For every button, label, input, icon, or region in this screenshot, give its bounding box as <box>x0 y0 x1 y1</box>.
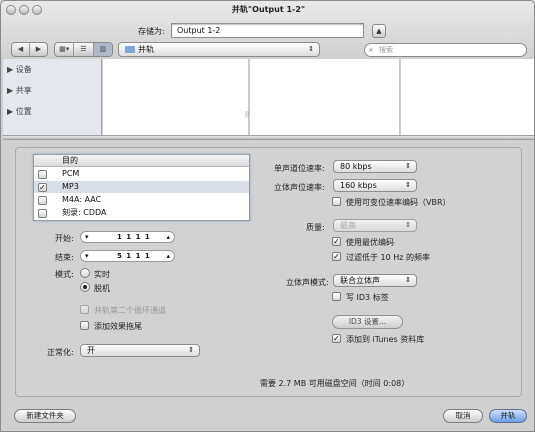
stereo-mode-value: 联合立体声 <box>340 276 380 285</box>
popup-arrows-icon: ⇕ <box>405 221 411 229</box>
destination-checkbox-pcm[interactable] <box>38 170 47 179</box>
sidebar-item-devices[interactable]: ▶ 设备 <box>7 64 32 75</box>
window-title: 并轨"Output 1-2" <box>231 5 306 14</box>
quality-popup[interactable]: 最高 ⇕ <box>333 219 417 232</box>
sidebar: ▶ 设备 ▶ 共享 ▶ 位置 <box>3 59 102 135</box>
search-icon: ⌕ <box>369 46 373 54</box>
forward-arrow-icon[interactable]: ▶ <box>30 43 47 56</box>
mode-label: 模式: <box>55 270 74 279</box>
browser-column-3[interactable] <box>401 59 534 135</box>
vbr-checkbox[interactable] <box>332 197 341 206</box>
row-label: 刻录: CDDA <box>62 208 107 217</box>
start-value: 1 1 1 1 <box>117 233 151 241</box>
location-label: 并轨 <box>138 45 154 54</box>
row-label: MP3 <box>62 182 79 191</box>
icon-view-icon[interactable]: ▦▾ <box>55 43 75 56</box>
column-resize-handle[interactable]: || <box>245 111 249 118</box>
column-header-destination: 目的 <box>62 156 78 165</box>
filter-low-freq-label: 过滤低于 10 Hz 的频率 <box>346 253 431 262</box>
stereo-bitrate-popup[interactable]: 160 kbps ⇕ <box>333 179 417 192</box>
mode-realtime-label: 实时 <box>94 270 110 279</box>
mono-bitrate-popup[interactable]: 80 kbps ⇕ <box>333 160 417 173</box>
back-arrow-icon[interactable]: ◀ <box>12 43 30 56</box>
write-id3-checkbox[interactable] <box>332 292 341 301</box>
bypass-second-cycle-checkbox[interactable] <box>80 305 89 314</box>
normalize-popup[interactable]: 开 ⇕ <box>80 344 200 357</box>
popup-arrows-icon: ⇕ <box>405 276 411 284</box>
bounce-dialog: 并轨"Output 1-2" 存储为: Output 1-2 ▲ ◀ ▶ ▦▾ … <box>0 0 535 432</box>
back-forward-control[interactable]: ◀ ▶ <box>11 42 48 57</box>
table-header: 目的 <box>34 155 249 167</box>
vbr-label: 使用可变位速率编码（VBR） <box>346 198 451 207</box>
destination-checkbox-mp3[interactable]: ✓ <box>38 183 47 192</box>
stepper-up-icon[interactable]: ▴ <box>166 251 171 261</box>
normalize-label: 正常化: <box>47 348 74 357</box>
stepper-down-icon[interactable]: ▾ <box>85 251 90 261</box>
cancel-button[interactable]: 取消 <box>443 409 483 423</box>
destination-checkbox-aac[interactable] <box>38 196 47 205</box>
location-popup[interactable]: 并轨 ⇕ <box>118 42 320 57</box>
popup-arrows-icon: ⇕ <box>188 346 194 354</box>
destination-table: 目的 PCM ✓ MP3 M4A: AAC 刻录: CDDA <box>33 154 250 221</box>
destination-checkbox-cdda[interactable] <box>38 209 47 218</box>
browser-column-2[interactable] <box>250 59 400 135</box>
table-row[interactable]: ✓ MP3 <box>34 181 249 193</box>
popup-arrows-icon: ⇕ <box>405 181 411 189</box>
mode-realtime-radio[interactable] <box>80 268 90 278</box>
quality-value: 最高 <box>340 221 356 230</box>
view-mode-control[interactable]: ▦▾ ☰ ▥ <box>54 42 113 57</box>
disk-space-status: 需要 2.7 MB 可用磁盘空间（时间 0:08） <box>260 379 410 388</box>
row-label: M4A: AAC <box>62 195 102 204</box>
collapse-browser-button[interactable]: ▲ <box>372 24 386 38</box>
end-label: 结束: <box>55 253 74 262</box>
stereo-mode-label: 立体声模式: <box>286 278 329 287</box>
chevron-up-icon: ▲ <box>376 27 382 35</box>
table-row[interactable]: M4A: AAC <box>34 194 249 206</box>
add-to-itunes-checkbox[interactable]: ✓ <box>332 334 341 343</box>
search-placeholder: 搜索 <box>379 46 393 54</box>
stereo-bitrate-value: 160 kbps <box>340 181 377 190</box>
sidebar-item-places[interactable]: ▶ 位置 <box>7 106 32 117</box>
id3-settings-button[interactable]: ID3 设置... <box>332 315 403 329</box>
table-row[interactable]: PCM <box>34 168 249 180</box>
browser-horizontal-scrollbar[interactable] <box>3 135 534 140</box>
quality-label: 质量: <box>306 223 325 232</box>
stepper-down-icon[interactable]: ▾ <box>85 232 90 242</box>
stepper-up-icon[interactable]: ▴ <box>166 232 171 242</box>
add-to-itunes-label: 添加到 iTunes 资料库 <box>346 335 425 344</box>
mono-bitrate-label: 单声道位速率: <box>274 164 325 173</box>
table-row[interactable]: 刻录: CDDA <box>34 207 249 219</box>
normalize-value: 开 <box>87 346 95 355</box>
add-effect-tail-checkbox[interactable] <box>80 321 89 330</box>
bounce-button[interactable]: 并轨 <box>489 409 527 423</box>
stereo-mode-popup[interactable]: 联合立体声 ⇕ <box>333 274 417 287</box>
best-encoding-label: 使用最优编码 <box>346 238 394 247</box>
folder-icon <box>125 46 135 53</box>
add-effect-tail-label: 添加效果拖尾 <box>94 322 142 331</box>
filename-field[interactable]: Output 1-2 <box>171 23 364 38</box>
search-field[interactable]: ⌕ 搜索 <box>364 43 527 57</box>
end-position-field[interactable]: ▾ 5 1 1 1 ▴ <box>80 250 175 262</box>
sidebar-item-shared[interactable]: ▶ 共享 <box>7 85 32 96</box>
row-label: PCM <box>62 169 80 178</box>
best-encoding-checkbox[interactable]: ✓ <box>332 237 341 246</box>
start-label: 开始: <box>55 234 74 243</box>
bypass-second-cycle-label: 并轨第二个循环通道 <box>94 306 166 315</box>
list-view-icon[interactable]: ☰ <box>74 43 94 56</box>
write-id3-label: 写 ID3 标签 <box>346 293 389 302</box>
save-as-label: 存储为: <box>138 27 165 36</box>
popup-arrows-icon: ⇕ <box>405 162 411 170</box>
filter-low-freq-checkbox[interactable]: ✓ <box>332 252 341 261</box>
end-value: 5 1 1 1 <box>117 252 151 260</box>
mono-bitrate-value: 80 kbps <box>340 162 372 171</box>
browser-column-1[interactable] <box>103 59 249 135</box>
column-view-icon[interactable]: ▥ <box>93 43 112 56</box>
popup-arrows-icon: ⇕ <box>308 45 314 53</box>
mode-offline-label: 脱机 <box>94 284 110 293</box>
new-folder-button[interactable]: 新建文件夹 <box>14 409 76 423</box>
stereo-bitrate-label: 立体声位速率: <box>274 183 325 192</box>
mode-offline-radio[interactable] <box>80 282 90 292</box>
start-position-field[interactable]: ▾ 1 1 1 1 ▴ <box>80 231 175 243</box>
